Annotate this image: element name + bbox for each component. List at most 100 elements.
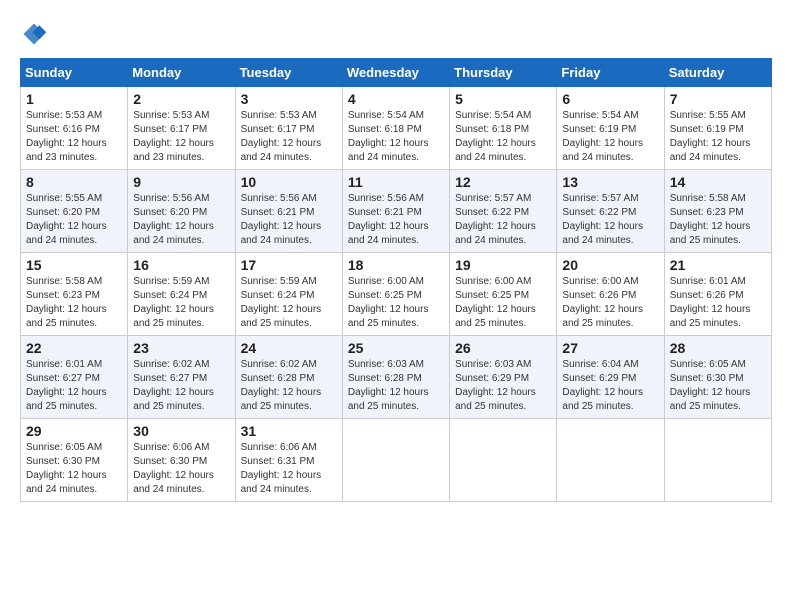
day-info: Sunrise: 6:04 AM Sunset: 6:29 PM Dayligh… [562,358,658,414]
day-number: 26 [455,340,551,356]
day-number: 25 [348,340,444,356]
calendar-cell: 22 Sunrise: 6:01 AM Sunset: 6:27 PM Dayl… [21,336,128,419]
calendar-cell: 31 Sunrise: 6:06 AM Sunset: 6:31 PM Dayl… [235,419,342,502]
day-info: Sunrise: 5:56 AM Sunset: 6:21 PM Dayligh… [241,192,337,248]
day-info: Sunrise: 6:01 AM Sunset: 6:26 PM Dayligh… [670,275,766,331]
calendar-week-row: 29 Sunrise: 6:05 AM Sunset: 6:30 PM Dayl… [21,419,772,502]
calendar-cell: 18 Sunrise: 6:00 AM Sunset: 6:25 PM Dayl… [342,253,449,336]
calendar-cell: 16 Sunrise: 5:59 AM Sunset: 6:24 PM Dayl… [128,253,235,336]
day-number: 16 [133,257,229,273]
day-info: Sunrise: 6:05 AM Sunset: 6:30 PM Dayligh… [26,441,122,497]
calendar-cell: 29 Sunrise: 6:05 AM Sunset: 6:30 PM Dayl… [21,419,128,502]
day-info: Sunrise: 5:54 AM Sunset: 6:18 PM Dayligh… [348,109,444,165]
day-info: Sunrise: 5:58 AM Sunset: 6:23 PM Dayligh… [26,275,122,331]
calendar-cell: 6 Sunrise: 5:54 AM Sunset: 6:19 PM Dayli… [557,87,664,170]
day-info: Sunrise: 6:00 AM Sunset: 6:26 PM Dayligh… [562,275,658,331]
day-info: Sunrise: 6:02 AM Sunset: 6:28 PM Dayligh… [241,358,337,414]
day-number: 23 [133,340,229,356]
day-number: 21 [670,257,766,273]
day-number: 6 [562,91,658,107]
day-number: 30 [133,423,229,439]
calendar-cell: 21 Sunrise: 6:01 AM Sunset: 6:26 PM Dayl… [664,253,771,336]
day-info: Sunrise: 6:06 AM Sunset: 6:31 PM Dayligh… [241,441,337,497]
day-info: Sunrise: 6:03 AM Sunset: 6:29 PM Dayligh… [455,358,551,414]
calendar-cell: 30 Sunrise: 6:06 AM Sunset: 6:30 PM Dayl… [128,419,235,502]
calendar-cell: 14 Sunrise: 5:58 AM Sunset: 6:23 PM Dayl… [664,170,771,253]
day-info: Sunrise: 5:53 AM Sunset: 6:16 PM Dayligh… [26,109,122,165]
day-number: 29 [26,423,122,439]
day-number: 1 [26,91,122,107]
day-info: Sunrise: 6:01 AM Sunset: 6:27 PM Dayligh… [26,358,122,414]
day-number: 8 [26,174,122,190]
day-number: 28 [670,340,766,356]
day-info: Sunrise: 5:58 AM Sunset: 6:23 PM Dayligh… [670,192,766,248]
day-info: Sunrise: 6:00 AM Sunset: 6:25 PM Dayligh… [455,275,551,331]
calendar-cell [342,419,449,502]
calendar-week-row: 22 Sunrise: 6:01 AM Sunset: 6:27 PM Dayl… [21,336,772,419]
calendar-cell [450,419,557,502]
day-number: 3 [241,91,337,107]
day-number: 14 [670,174,766,190]
calendar-cell: 11 Sunrise: 5:56 AM Sunset: 6:21 PM Dayl… [342,170,449,253]
calendar-cell: 27 Sunrise: 6:04 AM Sunset: 6:29 PM Dayl… [557,336,664,419]
day-info: Sunrise: 5:57 AM Sunset: 6:22 PM Dayligh… [455,192,551,248]
calendar-cell [557,419,664,502]
logo-icon [20,20,48,48]
calendar-cell: 7 Sunrise: 5:55 AM Sunset: 6:19 PM Dayli… [664,87,771,170]
calendar-cell: 2 Sunrise: 5:53 AM Sunset: 6:17 PM Dayli… [128,87,235,170]
calendar-cell: 28 Sunrise: 6:05 AM Sunset: 6:30 PM Dayl… [664,336,771,419]
calendar-week-row: 1 Sunrise: 5:53 AM Sunset: 6:16 PM Dayli… [21,87,772,170]
day-number: 5 [455,91,551,107]
day-info: Sunrise: 6:06 AM Sunset: 6:30 PM Dayligh… [133,441,229,497]
calendar-cell: 13 Sunrise: 5:57 AM Sunset: 6:22 PM Dayl… [557,170,664,253]
day-number: 22 [26,340,122,356]
day-info: Sunrise: 5:53 AM Sunset: 6:17 PM Dayligh… [133,109,229,165]
day-info: Sunrise: 5:56 AM Sunset: 6:20 PM Dayligh… [133,192,229,248]
weekday-header: Sunday [21,59,128,87]
day-number: 17 [241,257,337,273]
day-number: 19 [455,257,551,273]
calendar-table: SundayMondayTuesdayWednesdayThursdayFrid… [20,58,772,502]
weekday-header: Monday [128,59,235,87]
day-info: Sunrise: 5:55 AM Sunset: 6:20 PM Dayligh… [26,192,122,248]
day-info: Sunrise: 5:59 AM Sunset: 6:24 PM Dayligh… [133,275,229,331]
day-number: 31 [241,423,337,439]
calendar-cell: 4 Sunrise: 5:54 AM Sunset: 6:18 PM Dayli… [342,87,449,170]
day-number: 7 [670,91,766,107]
logo [20,20,52,48]
calendar-cell: 25 Sunrise: 6:03 AM Sunset: 6:28 PM Dayl… [342,336,449,419]
page-header [20,20,772,48]
calendar-cell: 12 Sunrise: 5:57 AM Sunset: 6:22 PM Dayl… [450,170,557,253]
day-number: 15 [26,257,122,273]
weekday-header: Saturday [664,59,771,87]
calendar-cell: 8 Sunrise: 5:55 AM Sunset: 6:20 PM Dayli… [21,170,128,253]
calendar-cell: 26 Sunrise: 6:03 AM Sunset: 6:29 PM Dayl… [450,336,557,419]
day-info: Sunrise: 5:54 AM Sunset: 6:18 PM Dayligh… [455,109,551,165]
calendar-cell: 5 Sunrise: 5:54 AM Sunset: 6:18 PM Dayli… [450,87,557,170]
day-info: Sunrise: 6:05 AM Sunset: 6:30 PM Dayligh… [670,358,766,414]
calendar-cell: 24 Sunrise: 6:02 AM Sunset: 6:28 PM Dayl… [235,336,342,419]
calendar-cell: 3 Sunrise: 5:53 AM Sunset: 6:17 PM Dayli… [235,87,342,170]
calendar-cell: 9 Sunrise: 5:56 AM Sunset: 6:20 PM Dayli… [128,170,235,253]
calendar-header-row: SundayMondayTuesdayWednesdayThursdayFrid… [21,59,772,87]
calendar-week-row: 8 Sunrise: 5:55 AM Sunset: 6:20 PM Dayli… [21,170,772,253]
weekday-header: Friday [557,59,664,87]
day-info: Sunrise: 5:54 AM Sunset: 6:19 PM Dayligh… [562,109,658,165]
calendar-week-row: 15 Sunrise: 5:58 AM Sunset: 6:23 PM Dayl… [21,253,772,336]
day-info: Sunrise: 5:55 AM Sunset: 6:19 PM Dayligh… [670,109,766,165]
calendar-cell: 20 Sunrise: 6:00 AM Sunset: 6:26 PM Dayl… [557,253,664,336]
calendar-body: 1 Sunrise: 5:53 AM Sunset: 6:16 PM Dayli… [21,87,772,502]
day-number: 11 [348,174,444,190]
day-number: 24 [241,340,337,356]
day-number: 12 [455,174,551,190]
day-number: 2 [133,91,229,107]
day-number: 4 [348,91,444,107]
day-info: Sunrise: 5:57 AM Sunset: 6:22 PM Dayligh… [562,192,658,248]
calendar-cell: 17 Sunrise: 5:59 AM Sunset: 6:24 PM Dayl… [235,253,342,336]
weekday-header: Tuesday [235,59,342,87]
day-info: Sunrise: 6:00 AM Sunset: 6:25 PM Dayligh… [348,275,444,331]
calendar-cell: 19 Sunrise: 6:00 AM Sunset: 6:25 PM Dayl… [450,253,557,336]
day-number: 10 [241,174,337,190]
day-number: 18 [348,257,444,273]
calendar-cell: 23 Sunrise: 6:02 AM Sunset: 6:27 PM Dayl… [128,336,235,419]
